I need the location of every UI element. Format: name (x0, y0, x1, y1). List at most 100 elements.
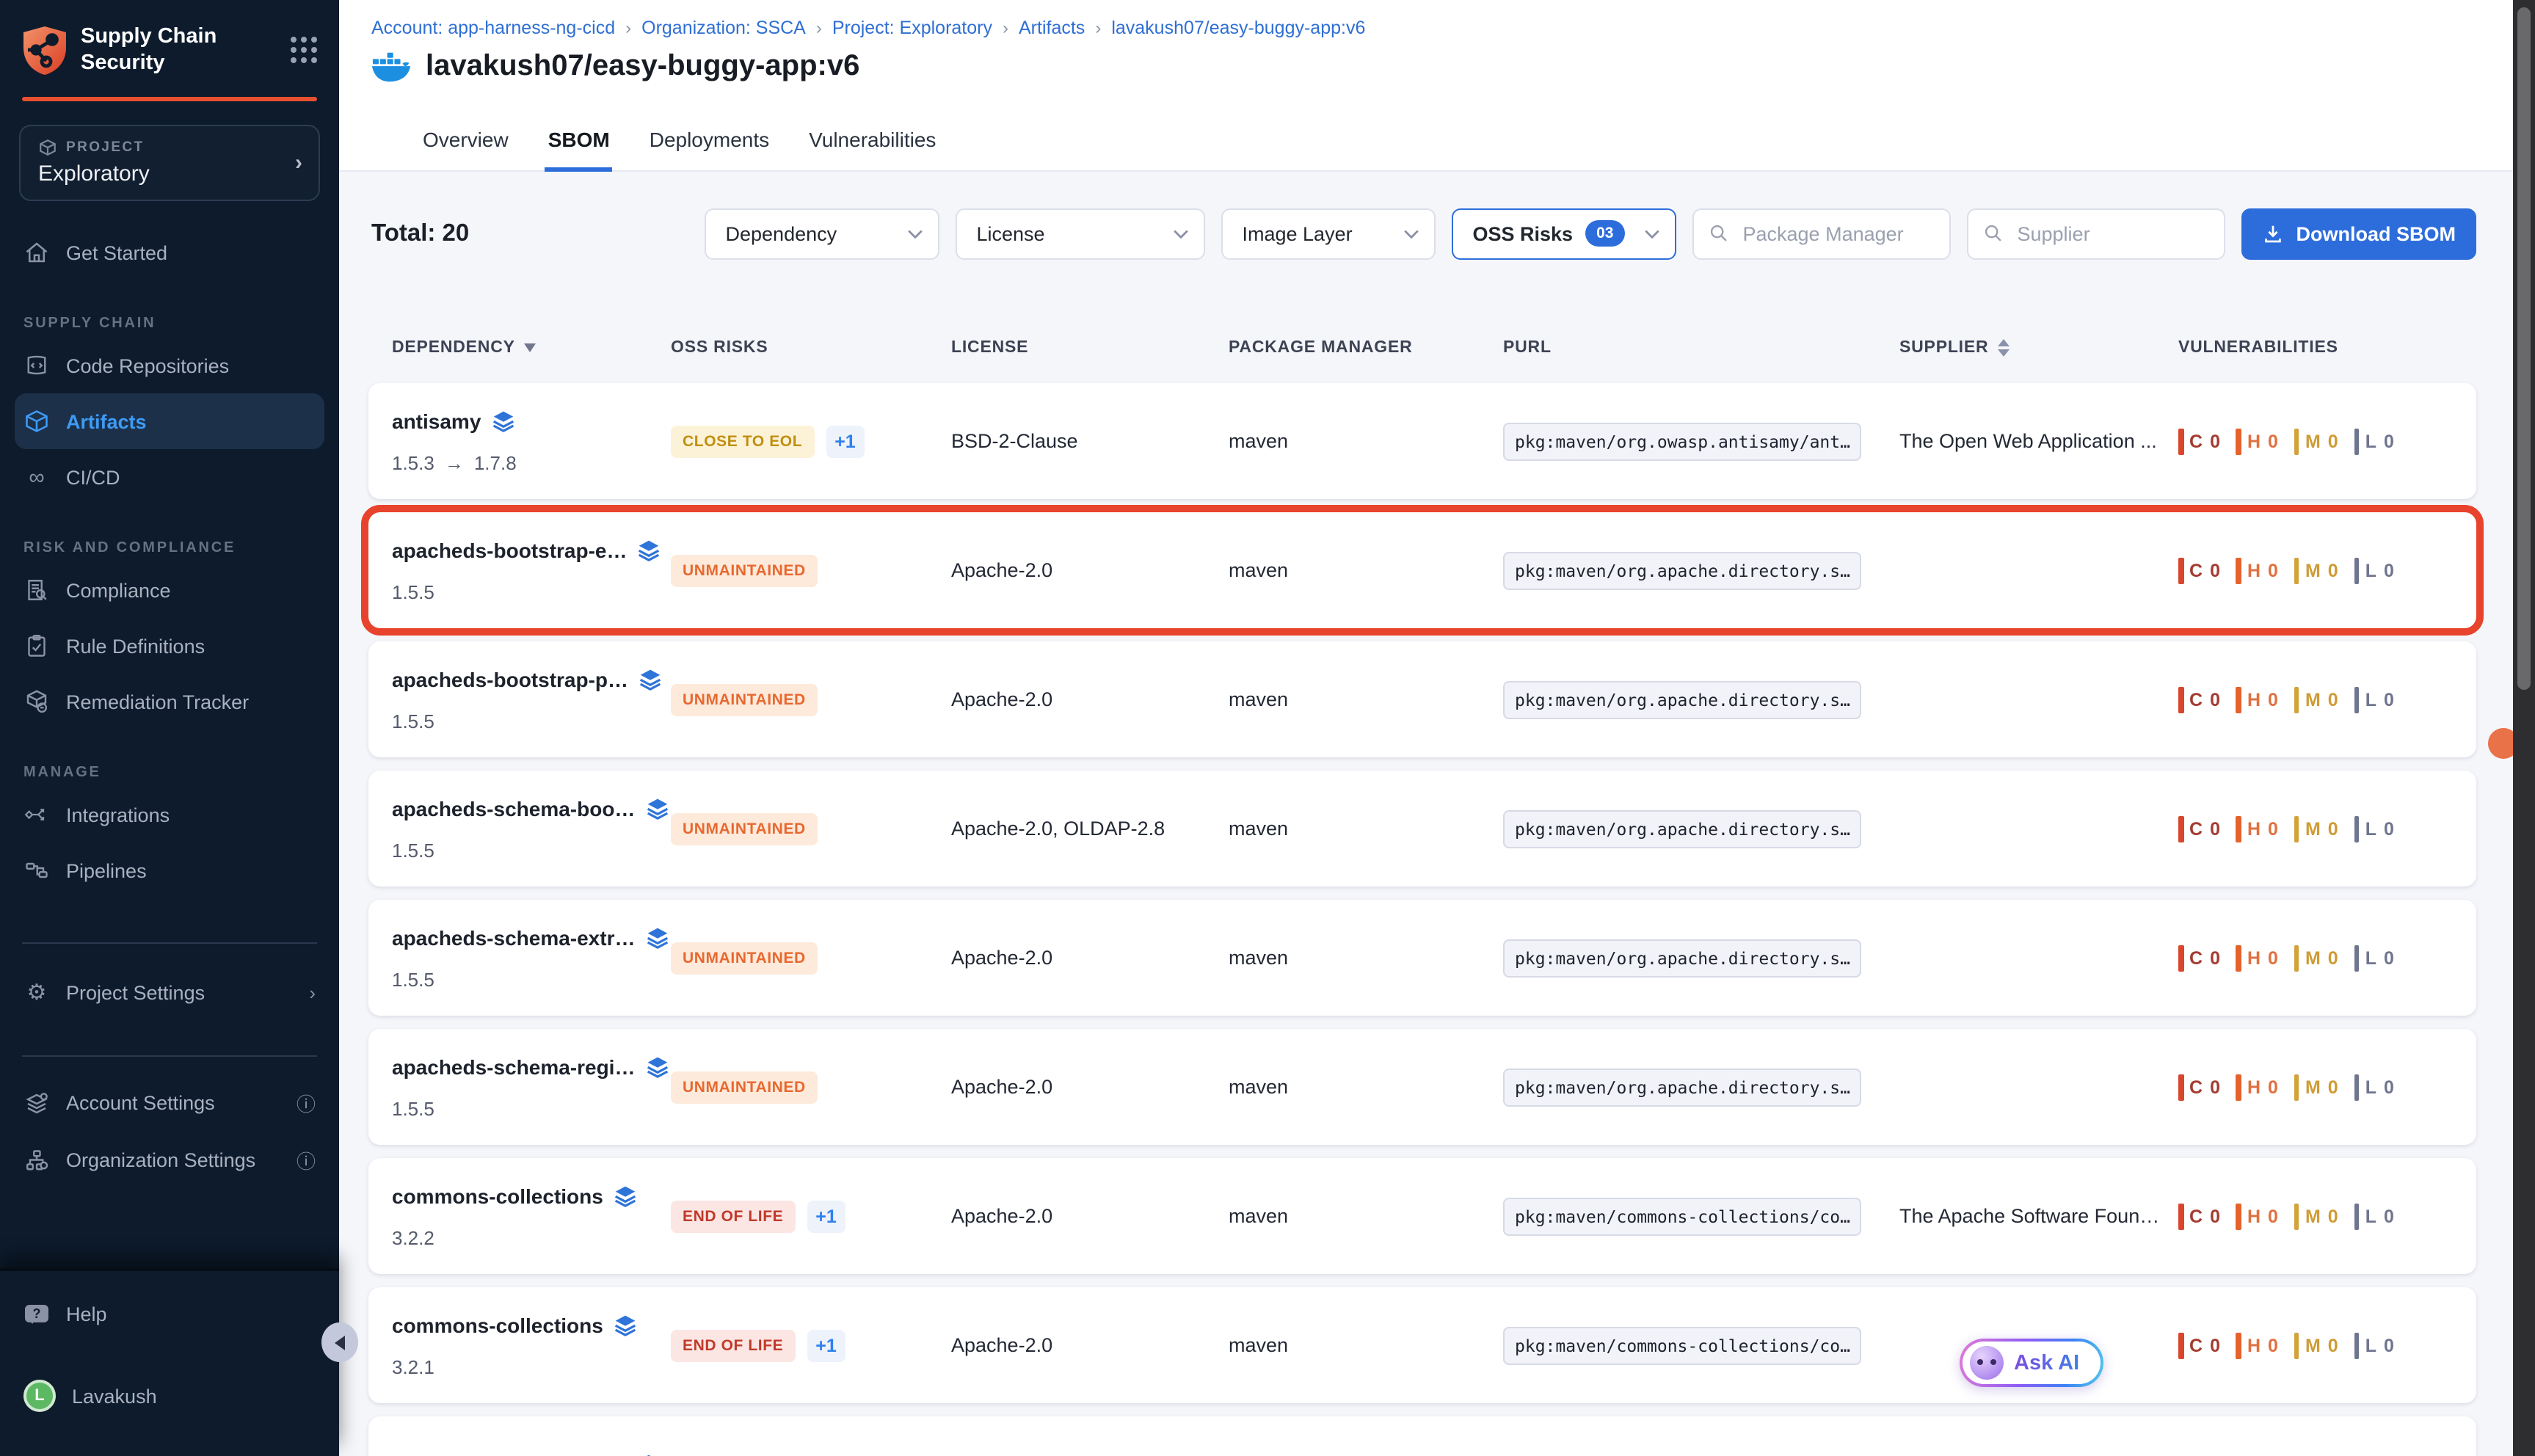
table-row[interactable]: apacheds-schema-regi… 1.5.5 UNMAINTAINED… (368, 1029, 2476, 1145)
sidebar-item-organization-settings[interactable]: Organization Settings ⓘ (15, 1132, 324, 1190)
table-row[interactable]: commons-configuration UNMAINTAINED http:… (368, 1416, 2476, 1456)
purl-pill[interactable]: pkg:maven/org.apache.directory.s… (1503, 680, 1862, 718)
breadcrumb-artifact-name[interactable]: lavakush07/easy-buggy-app:v6 (1111, 18, 1365, 38)
oss-risks-count-badge: 03 (1585, 220, 1625, 247)
page-scrollbar-track[interactable] (2513, 0, 2535, 1456)
upgrade-arrow-icon: → (445, 451, 464, 473)
purl-pill[interactable]: pkg:maven/org.apache.directory.s… (1503, 809, 1862, 848)
vulnerability-counts: C0 H0 M0 L0 (2178, 1074, 2476, 1100)
package-manager-cell: maven (1229, 947, 1503, 969)
sidebar-item-project-settings[interactable]: ⚙ Project Settings › (15, 965, 324, 1021)
sidebar-item-get-started[interactable]: Get Started (15, 225, 324, 281)
title-row: lavakush07/easy-buggy-app:v6 (339, 38, 2513, 84)
sidebar-item-artifacts[interactable]: Artifacts (15, 394, 324, 450)
ask-ai-button[interactable]: Ask AI (1960, 1339, 2103, 1387)
column-header-oss-risks: OSS RISKS (671, 339, 951, 357)
purl-pill[interactable]: pkg:maven/org.apache.directory.s… (1503, 1068, 1862, 1106)
sort-both-icon (1997, 333, 2009, 363)
purl-pill[interactable]: pkg:maven/commons-collections/co… (1503, 1326, 1862, 1364)
sidebar: Supply Chain Security PROJECT Explorator… (0, 0, 339, 1456)
sort-desc-icon (524, 343, 536, 358)
download-sbom-button[interactable]: Download SBOM (2242, 208, 2477, 259)
purl-pill[interactable]: pkg:maven/org.apache.directory.s… (1503, 939, 1862, 977)
breadcrumb-artifacts[interactable]: Artifacts (1019, 18, 1085, 38)
table-row[interactable]: commons-collections 3.2.2 END OF LIFE +1… (368, 1158, 2476, 1274)
table-row[interactable]: apacheds-schema-extr… 1.5.5 UNMAINTAINED… (368, 900, 2476, 1016)
license-cell: Apache-2.0 (951, 947, 1229, 969)
table-row[interactable]: apacheds-schema-boo… 1.5.5 UNMAINTAINED … (368, 771, 2476, 887)
sidebar-collapse-button[interactable] (321, 1322, 358, 1362)
infinity-icon: ∞ (23, 465, 50, 491)
section-label-risk-compliance: RISK AND COMPLIANCE (23, 541, 316, 557)
sidebar-item-compliance[interactable]: Compliance (15, 563, 324, 619)
purl-pill[interactable]: pkg:maven/org.apache.directory.s… (1503, 551, 1862, 589)
page-scrollbar-thumb[interactable] (2517, 7, 2531, 690)
section-label-supply-chain: SUPPLY CHAIN (23, 316, 316, 332)
sidebar-item-user[interactable]: L Lavakush (15, 1365, 324, 1427)
breadcrumb-separator: › (1095, 18, 1101, 38)
layers-gear-icon (23, 1091, 50, 1117)
table-row[interactable]: apacheds-bootstrap-p… 1.5.5 UNMAINTAINED… (368, 641, 2476, 757)
risk-badge: END OF LIFE (671, 1329, 795, 1361)
search-icon (1984, 223, 2004, 244)
image-layer-filter-dropdown[interactable]: Image Layer (1222, 208, 1436, 259)
breadcrumb-organization[interactable]: Organization: SSCA (641, 18, 806, 38)
sidebar-item-help[interactable]: ? Help (15, 1286, 324, 1342)
risk-badge: UNMAINTAINED (671, 942, 818, 974)
cube-icon (38, 139, 57, 158)
brand: Supply Chain Security (0, 0, 339, 92)
vulnerability-counts: C0 H0 M0 L0 (2178, 815, 2476, 842)
risk-badge: CLOSE TO EOL (671, 425, 814, 457)
column-header-dependency[interactable]: DEPENDENCY (392, 338, 671, 358)
more-risks-badge[interactable]: +1 (826, 425, 865, 457)
page-title: lavakush07/easy-buggy-app:v6 (426, 50, 859, 84)
tab-vulnerabilities[interactable]: Vulnerabilities (806, 114, 939, 172)
docker-icon (371, 51, 411, 83)
vulnerability-counts: C0 H0 M0 L0 (2178, 686, 2476, 713)
purl-pill[interactable]: pkg:maven/org.owasp.antisamy/ant… (1503, 422, 1862, 460)
risk-badge: UNMAINTAINED (671, 1071, 818, 1103)
more-risks-badge[interactable]: +1 (807, 1329, 845, 1361)
sidebar-bottom: ? Help L Lavakush (0, 1268, 339, 1456)
sidebar-item-account-settings[interactable]: Account Settings ⓘ (15, 1075, 324, 1132)
document-search-icon (23, 578, 50, 604)
column-header-supplier[interactable]: SUPPLIER (1899, 333, 2178, 363)
tab-sbom[interactable]: SBOM (545, 114, 613, 172)
sidebar-item-pipelines[interactable]: Pipelines (15, 843, 324, 899)
license-filter-dropdown[interactable]: License (956, 208, 1206, 259)
column-header-vulnerabilities: VULNERABILITIES (2178, 339, 2476, 357)
table-row[interactable]: antisamy 1.5.3→1.7.8 CLOSE TO EOL +1 BSD… (368, 383, 2476, 499)
purl-pill[interactable]: pkg:maven/commons-collections/co… (1503, 1197, 1862, 1235)
layers-icon (638, 538, 661, 561)
integrations-icon (23, 802, 50, 829)
package-manager-cell: maven (1229, 430, 1503, 452)
more-risks-badge[interactable]: +1 (807, 1200, 845, 1232)
sidebar-item-rule-definitions[interactable]: Rule Definitions (15, 619, 324, 674)
main-area: Account: app-harness-ng-cicd › Organizat… (339, 0, 2513, 1456)
package-manager-search-input[interactable] (1740, 221, 1935, 246)
table-row[interactable]: commons-collections 3.2.1 END OF LIFE +1… (368, 1287, 2476, 1403)
sidebar-item-integrations[interactable]: Integrations (15, 787, 324, 843)
download-icon (2263, 222, 2285, 244)
help-chat-icon: ? (23, 1300, 50, 1327)
tab-deployments[interactable]: Deployments (647, 114, 772, 172)
sidebar-item-cicd[interactable]: ∞ CI/CD (15, 450, 324, 506)
dependency-filter-dropdown[interactable]: Dependency (705, 208, 940, 259)
supplier-search-input[interactable] (2015, 221, 2210, 246)
sidebar-item-code-repositories[interactable]: Code Repositories (15, 338, 324, 394)
info-icon[interactable]: ⓘ (297, 1147, 316, 1175)
breadcrumb-account[interactable]: Account: app-harness-ng-cicd (371, 18, 615, 38)
breadcrumb-project[interactable]: Project: Exploratory (832, 18, 992, 38)
tab-overview[interactable]: Overview (420, 114, 512, 172)
layers-icon (614, 1313, 637, 1336)
project-selector[interactable]: PROJECT Exploratory › (19, 125, 320, 202)
sidebar-item-remediation-tracker[interactable]: Remediation Tracker (15, 674, 324, 730)
module-grid-icon[interactable] (291, 37, 317, 63)
column-header-license: LICENSE (951, 339, 1229, 357)
info-icon[interactable]: ⓘ (297, 1090, 316, 1118)
oss-risks-filter-dropdown[interactable]: OSS Risks 03 (1452, 208, 1677, 259)
layers-icon (646, 925, 669, 949)
table-row-highlighted[interactable]: apacheds-bootstrap-e… 1.5.5 UNMAINTAINED… (368, 512, 2476, 628)
project-label: PROJECT (38, 139, 301, 158)
package-manager-search (1693, 208, 1952, 259)
